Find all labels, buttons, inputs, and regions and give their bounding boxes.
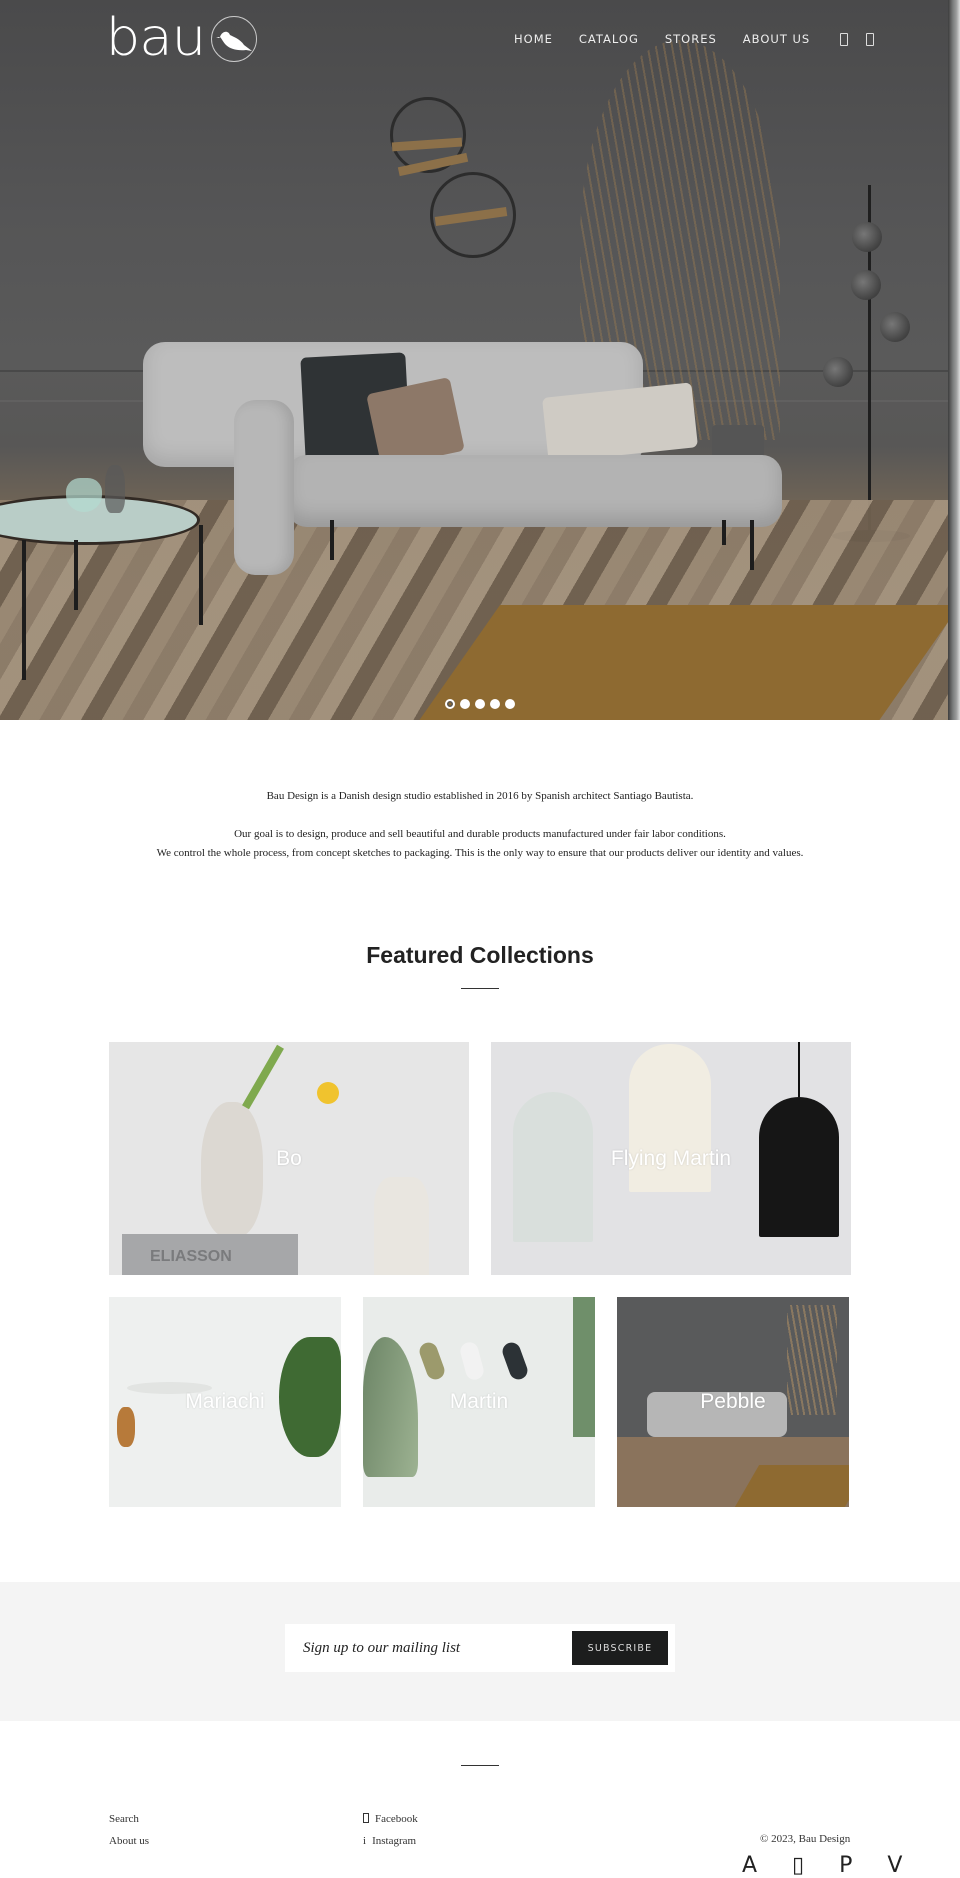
- glass-vase: [105, 465, 125, 513]
- instagram-label: Instagram: [372, 1835, 417, 1847]
- collection-label: Mariachi: [185, 1390, 265, 1413]
- tulip-image: [317, 1082, 339, 1104]
- subscribe-button[interactable]: SUBSCRIBE: [572, 1631, 668, 1665]
- collection-label: Martin: [449, 1390, 509, 1413]
- nav-stores[interactable]: STORES: [665, 32, 717, 46]
- footer-link-search[interactable]: Search: [109, 1813, 139, 1825]
- dried-plant-image: [787, 1305, 837, 1415]
- logo-text: bau: [105, 8, 207, 68]
- bird-in-circle-icon: [210, 16, 257, 62]
- stem-image: [242, 1044, 284, 1110]
- nav-home[interactable]: HOME: [514, 32, 553, 46]
- lamp-globe: [852, 222, 882, 252]
- table-leg: [199, 525, 203, 625]
- slide-dot-5[interactable]: [505, 699, 515, 709]
- sofa-leg: [330, 520, 334, 560]
- lamp-globe: [851, 270, 881, 300]
- glass-vase: [66, 478, 102, 512]
- slide-dot-1[interactable]: [445, 699, 455, 709]
- collection-card-flying-martin[interactable]: Flying Martin: [491, 1042, 851, 1275]
- intro-line-3: We control the whole process, from conce…: [156, 847, 804, 859]
- copyright: © 2023, Bau Design: [760, 1833, 851, 1845]
- nav-catalog[interactable]: CATALOG: [579, 32, 639, 46]
- monstera-plant-image: [279, 1337, 341, 1457]
- lamp-globe: [823, 357, 853, 387]
- footer-social-instagram[interactable]: i Instagram: [363, 1835, 416, 1847]
- title-divider: [461, 988, 499, 989]
- pendant-lamp-image: [513, 1092, 593, 1242]
- newsletter-section: SUBSCRIBE: [0, 1582, 960, 1721]
- footer-link-about-us[interactable]: About us: [109, 1835, 149, 1847]
- footer-divider: [461, 1765, 499, 1766]
- collection-card-pebble[interactable]: Pebble: [617, 1297, 849, 1507]
- floor-lamp-image: [417, 1340, 447, 1382]
- sofa-leg: [750, 520, 754, 570]
- intro-text: Bau Design is a Danish design studio est…: [0, 787, 960, 863]
- sofa-seat: [287, 455, 782, 527]
- account-icon[interactable]: [840, 32, 849, 46]
- logo[interactable]: bau: [105, 8, 257, 68]
- lamp-globe: [880, 312, 910, 342]
- table-leg: [74, 540, 78, 610]
- collection-card-mariachi[interactable]: Mariachi: [109, 1297, 341, 1507]
- collection-label: Bo: [276, 1146, 302, 1170]
- newsletter-email-input[interactable]: [303, 1634, 553, 1662]
- intro-line-1: Bau Design is a Danish design studio est…: [266, 790, 694, 802]
- lamp-cord: [798, 1042, 800, 1097]
- instagram-icon: i: [363, 1835, 367, 1847]
- pendant-lamp-image: [759, 1097, 839, 1237]
- palm-plant-image: [363, 1337, 418, 1477]
- collection-card-martin[interactable]: Martin: [363, 1297, 595, 1507]
- newsletter-form: SUBSCRIBE: [285, 1624, 675, 1672]
- facebook-label: Facebook: [375, 1813, 418, 1825]
- slide-dot-2[interactable]: [460, 699, 470, 709]
- wooden-monkey-image: [117, 1407, 135, 1447]
- window-image: [573, 1297, 595, 1437]
- floor-lamp-image: [458, 1340, 486, 1382]
- cart-icon[interactable]: [866, 32, 875, 46]
- vase-image: [201, 1102, 263, 1237]
- intro-line-2: Our goal is to design, produce and sell …: [234, 828, 726, 840]
- hero-slideshow: bau HOME CATALOG STORES ABOUT US: [0, 0, 960, 720]
- vase-image: [374, 1177, 429, 1275]
- slideshow-dots: [445, 699, 515, 709]
- collection-label: Pebble: [700, 1390, 766, 1413]
- nav-about-us[interactable]: ABOUT US: [743, 32, 810, 46]
- footer-social-facebook[interactable]: Facebook: [363, 1813, 418, 1825]
- payment-icons: A ▯ P V: [742, 1853, 917, 1878]
- main-nav: HOME CATALOG STORES ABOUT US: [514, 32, 888, 46]
- collection-label: Flying Martin: [610, 1146, 732, 1170]
- floor-lamp-image: [500, 1340, 530, 1382]
- featured-collections-title: Featured Collections: [366, 942, 594, 968]
- facebook-icon: [363, 1813, 369, 1823]
- hero-edge: [948, 0, 960, 720]
- slide-dot-3[interactable]: [475, 699, 485, 709]
- sofa-leg: [722, 520, 726, 545]
- book-image: ELIASSON: [122, 1234, 298, 1275]
- sofa-arm: [234, 400, 294, 575]
- table-leg: [22, 540, 26, 680]
- collection-card-bo[interactable]: ELIASSON Bo: [109, 1042, 469, 1275]
- slide-dot-4[interactable]: [490, 699, 500, 709]
